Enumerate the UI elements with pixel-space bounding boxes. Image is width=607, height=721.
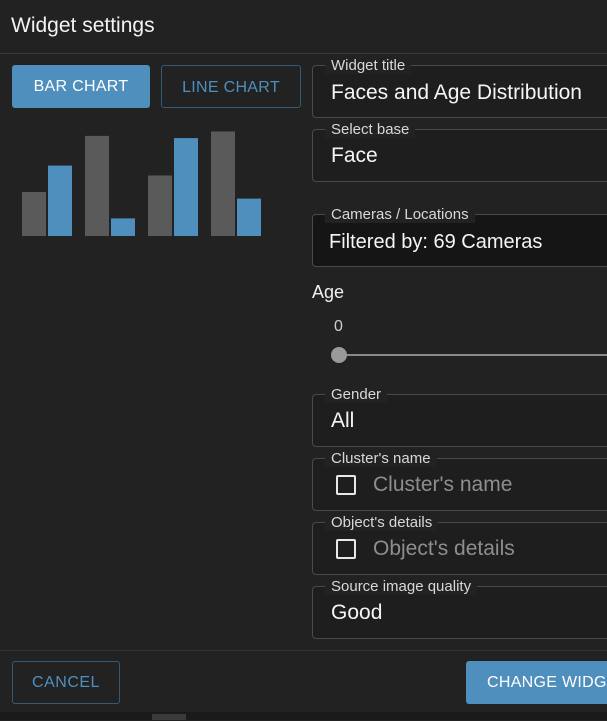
preview-bar-4-blue: [237, 198, 261, 236]
gender-label: Gender: [325, 386, 388, 403]
source-quality-label: Source image quality: [325, 578, 478, 595]
bottom-scroll-indicator: [152, 714, 186, 720]
age-slider-thumb[interactable]: [331, 347, 347, 363]
preview-bar-2-blue: [111, 218, 135, 236]
change-widget-button[interactable]: CHANGE WIDGET: [466, 661, 607, 704]
line-chart-button[interactable]: LINE CHART: [161, 65, 301, 108]
source-quality-value[interactable]: Good: [331, 601, 382, 625]
select-base-value[interactable]: Face: [331, 144, 378, 168]
bottom-strip: [0, 712, 607, 720]
cameras-locations-value[interactable]: Filtered by: 69 Cameras: [329, 231, 542, 254]
cancel-button[interactable]: CANCEL: [12, 661, 120, 704]
dialog-title: Widget settings: [11, 14, 155, 37]
cluster-name-checkbox[interactable]: [336, 475, 356, 495]
widget-title-input[interactable]: Faces and Age Distribution: [331, 81, 582, 105]
widget-title-field[interactable]: Widget title Faces and Age Distribution: [312, 57, 607, 118]
cluster-name-field[interactable]: Cluster's name Cluster's name: [312, 450, 607, 511]
preview-bar-3-blue: [174, 138, 198, 236]
gender-value[interactable]: All: [331, 409, 354, 433]
widget-settings-dialog: Widget settings BAR CHART LINE CHART Wid…: [0, 0, 607, 721]
select-base-field[interactable]: Select base Face: [312, 121, 607, 182]
source-quality-field[interactable]: Source image quality Good: [312, 578, 607, 639]
gender-field[interactable]: Gender All: [312, 386, 607, 447]
object-details-label: Object's details: [325, 514, 439, 531]
cluster-name-label: Cluster's name: [325, 450, 437, 467]
object-details-placeholder: Object's details: [373, 537, 515, 560]
preview-bar-1-blue: [48, 165, 72, 236]
bar-chart-button[interactable]: BAR CHART: [12, 65, 150, 108]
age-value: 0: [334, 318, 343, 335]
object-details-checkbox[interactable]: [336, 539, 356, 559]
preview-bar-1-gray: [22, 192, 46, 236]
select-base-label: Select base: [325, 121, 416, 138]
cameras-locations-label: Cameras / Locations: [325, 206, 475, 223]
preview-bar-2-gray: [85, 135, 109, 236]
bar-chart-preview-icon: [22, 131, 261, 236]
preview-bar-3-gray: [148, 175, 172, 236]
widget-title-label: Widget title: [325, 57, 412, 74]
preview-bar-4-gray: [211, 131, 235, 236]
age-label: Age: [312, 282, 345, 302]
object-details-field[interactable]: Object's details Object's details: [312, 514, 607, 575]
cluster-name-placeholder: Cluster's name: [373, 473, 513, 496]
cameras-locations-field[interactable]: Cameras / Locations Filtered by: 69 Came…: [312, 206, 607, 267]
dialog-header: Widget settings: [0, 0, 607, 54]
age-slider-track[interactable]: [339, 354, 607, 356]
